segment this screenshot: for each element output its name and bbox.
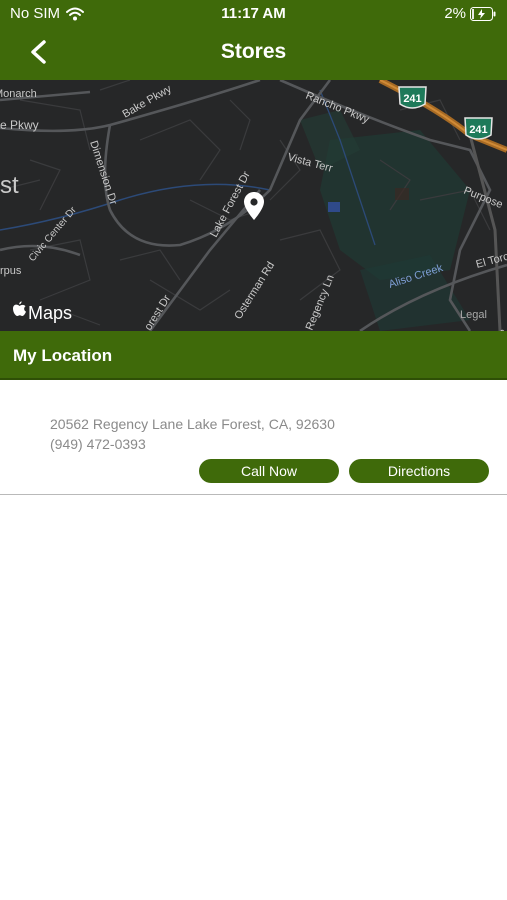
store-address: 20562 Regency Lane Lake Forest, CA, 9263… — [50, 416, 335, 432]
highway-shield-241-a: 241 — [398, 86, 427, 109]
map-label-el-toro: El Toro — [475, 250, 507, 270]
store-phone: (949) 472-0393 — [50, 436, 146, 452]
maps-attribution: Maps — [13, 301, 72, 323]
map-label-legal: Legal — [460, 309, 487, 321]
map-label-st: st — [0, 172, 19, 199]
directions-button[interactable]: Directions — [349, 459, 489, 483]
battery-charging-icon — [470, 6, 496, 21]
map-label-purpus: rpus — [0, 265, 22, 277]
map-label-monarch: Monarch — [0, 88, 37, 100]
map-label-forest-dr: orest Dr — [142, 293, 173, 331]
svg-text:Maps: Maps — [28, 303, 72, 323]
map-label-pkwy: e Pkwy — [0, 118, 39, 132]
store-card: 20562 Regency Lane Lake Forest, CA, 9263… — [0, 380, 507, 495]
page-title: Stores — [220, 40, 287, 63]
nav-bar: Stores — [0, 28, 507, 80]
battery-percent: 2% — [444, 5, 466, 22]
battery-group: 2% — [444, 5, 497, 22]
my-location-header: My Location — [0, 331, 507, 380]
svg-text:241: 241 — [403, 93, 421, 105]
status-time: 11:17 AM — [221, 5, 286, 22]
highway-shield-241-b: 241 — [464, 117, 493, 140]
map-label-regency: Regency Ln — [304, 273, 337, 331]
map-pin-icon[interactable] — [244, 192, 264, 220]
map-label-civic: Civic Center Dr — [27, 204, 79, 264]
svg-text:241: 241 — [469, 124, 487, 136]
call-now-button[interactable]: Call Now — [199, 459, 339, 483]
map-label-osterman: Osterman Rd — [232, 260, 277, 322]
map-view[interactable]: Monarch e Pkwy Bake Pkwy Rancho Pkwy Dim… — [0, 80, 507, 331]
apple-icon — [13, 301, 26, 316]
status-bar: No SIM 11:17 AM 2% — [0, 0, 507, 28]
map-label-dimension: Dimension Dr — [87, 139, 119, 206]
